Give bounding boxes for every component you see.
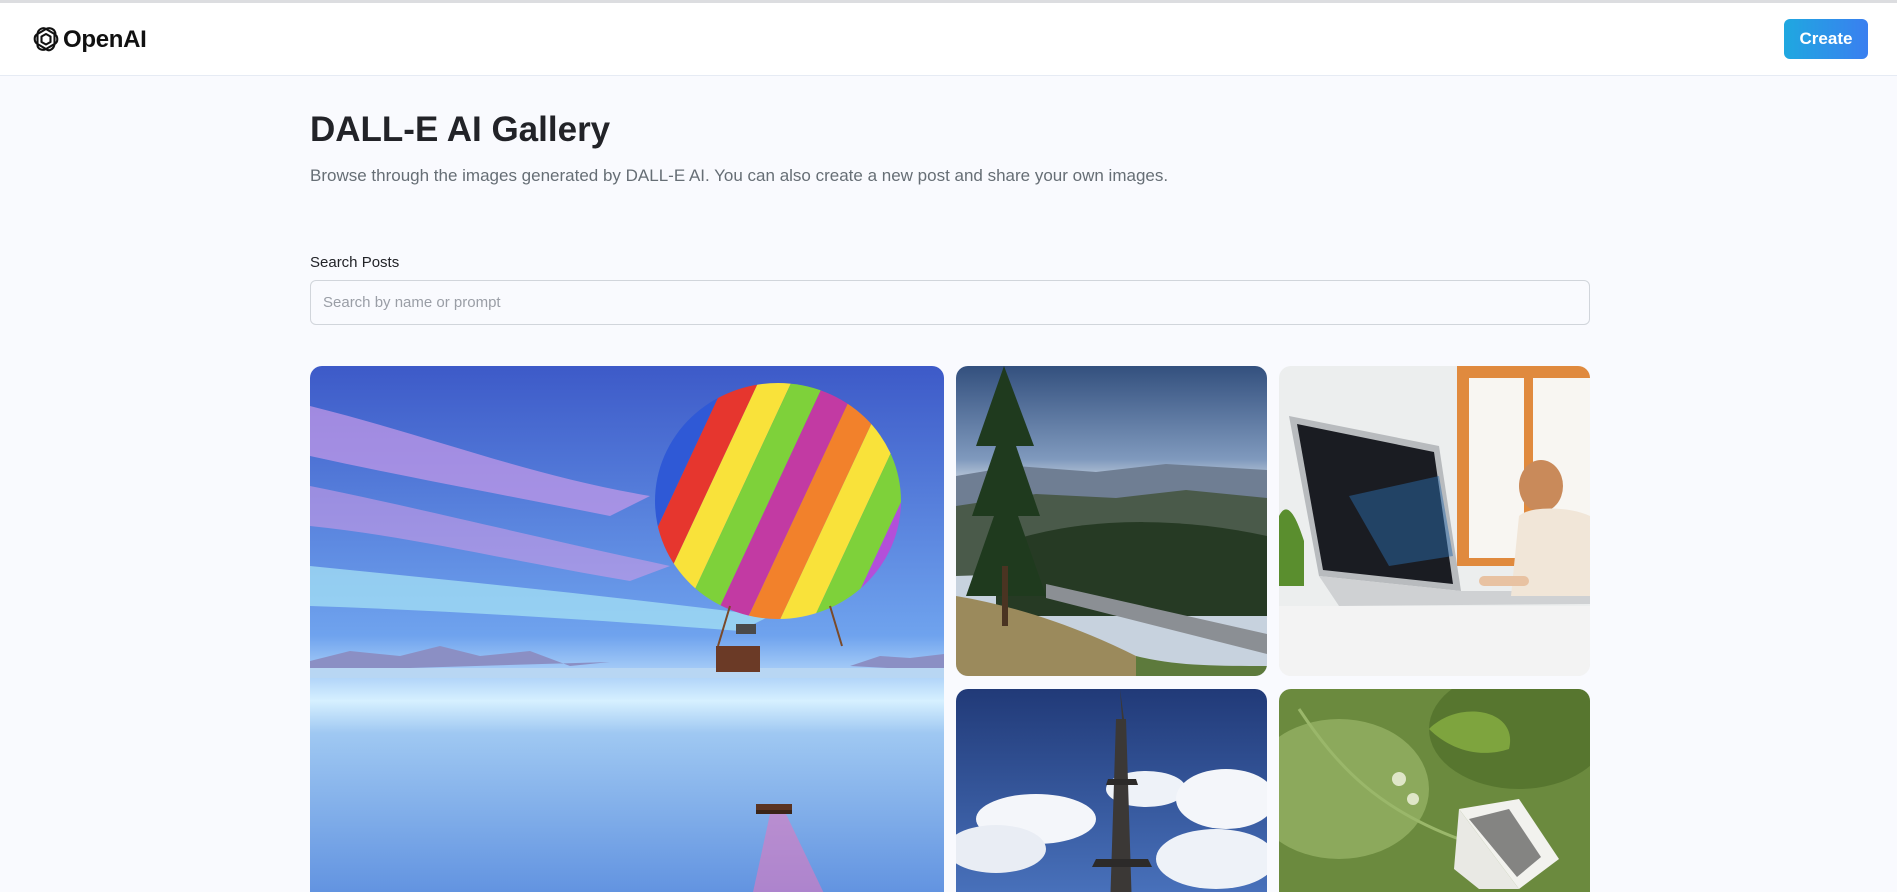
eiffel-image [956, 689, 1267, 892]
openai-logo[interactable]: OpenAI [31, 25, 147, 55]
forest-image [956, 366, 1267, 676]
butterfly-image [1279, 689, 1590, 892]
gallery-card-forest[interactable] [956, 366, 1267, 676]
brand-name: OpenAI [63, 26, 147, 53]
balloon-image [310, 366, 944, 892]
search-input[interactable] [310, 280, 1590, 325]
laptop-image [1279, 366, 1590, 676]
top-navbar: OpenAI Create [0, 3, 1897, 76]
page-title: DALL-E AI Gallery [310, 110, 611, 149]
gallery-card-laptop[interactable] [1279, 366, 1590, 676]
gallery-card-butterfly[interactable] [1279, 689, 1590, 892]
gallery-card-eiffel-tower[interactable] [956, 689, 1267, 892]
create-button[interactable]: Create [1784, 19, 1868, 59]
openai-logo-icon [33, 27, 59, 52]
search-label: Search Posts [310, 254, 400, 271]
gallery-card-balloon[interactable] [310, 366, 944, 892]
page-description: Browse through the images generated by D… [310, 166, 1169, 185]
